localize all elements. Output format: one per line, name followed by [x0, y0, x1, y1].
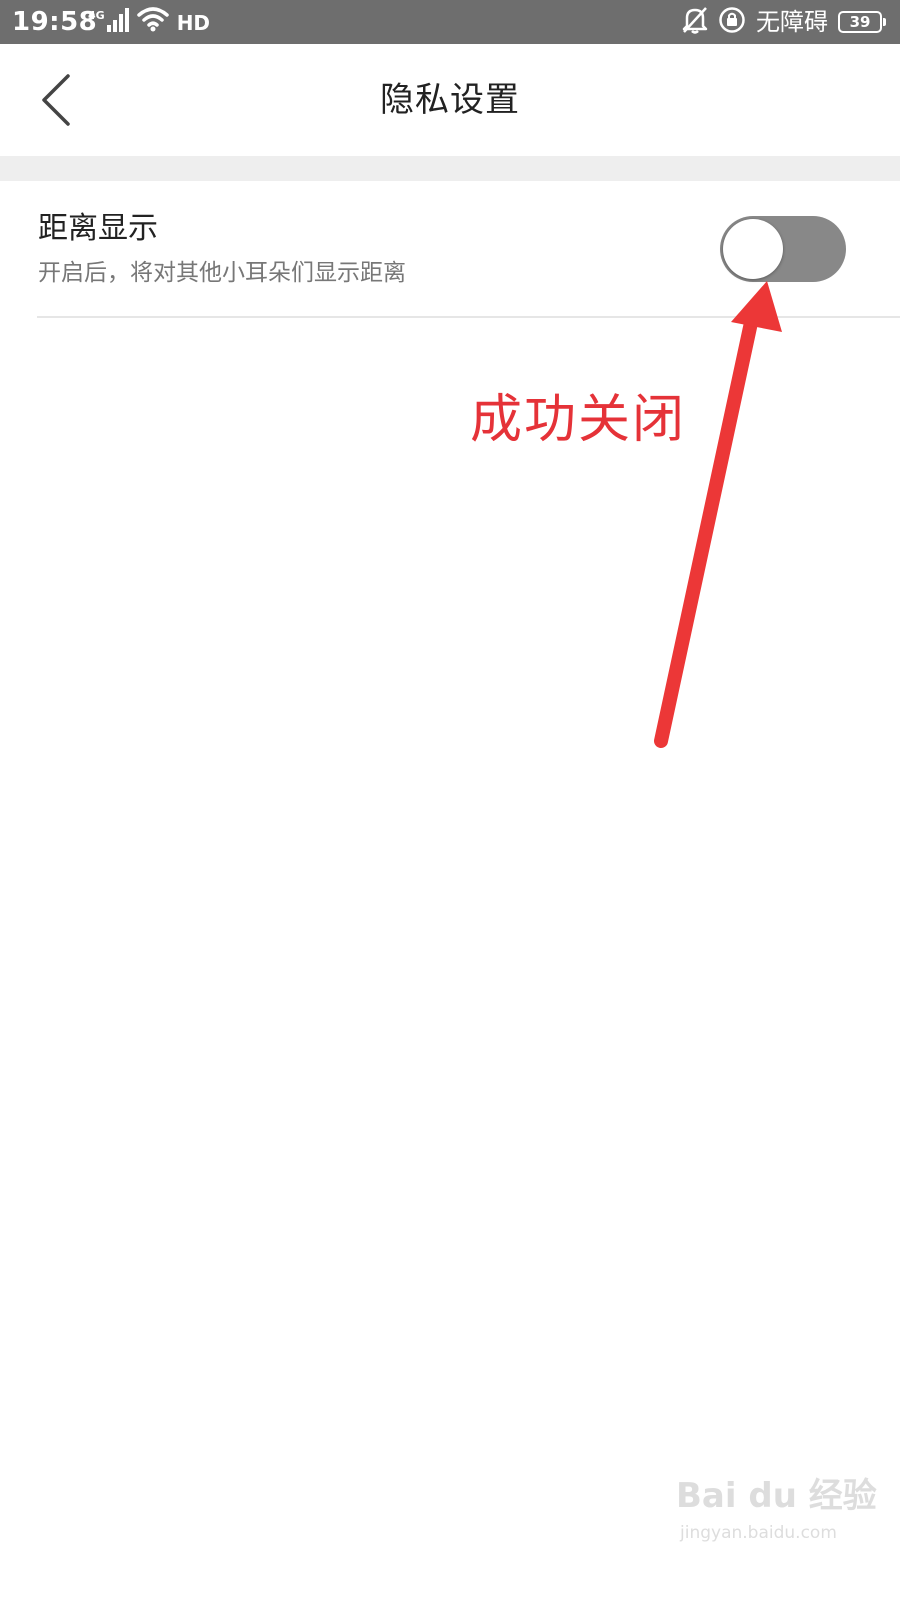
status-right-icons: 无障碍 39 [682, 6, 886, 38]
setting-description: 开启后，将对其他小耳朵们显示距离 [38, 260, 406, 286]
distance-display-toggle[interactable] [720, 216, 846, 282]
page-title: 隐私设置 [380, 80, 520, 120]
wifi-icon [136, 6, 169, 36]
hd-icon: HD [176, 11, 211, 35]
battery-level: 39 [849, 13, 871, 31]
accessibility-label: 无障碍 [756, 8, 828, 36]
status-left-icons: 4G HD [88, 6, 211, 36]
watermark-sub: jingyan.baidu.com [680, 1523, 837, 1543]
annotation-text: 成功关闭 [470, 390, 687, 450]
section-gap [0, 156, 900, 181]
setting-row-distance-display: 距离显示 开启后，将对其他小耳朵们显示距离 [0, 181, 900, 317]
status-bar: 19:58 4G HD 无障碍 39 [0, 0, 900, 44]
header: 隐私设置 [0, 44, 900, 156]
setting-title: 距离显示 [38, 211, 158, 246]
baidu-jingyan-watermark: Bai du 经验 jingyan.baidu.com [676, 1468, 877, 1558]
signal-icon [106, 8, 129, 36]
bell-muted-icon [682, 6, 708, 38]
network-type: 4G [88, 9, 105, 22]
rotation-lock-icon [718, 6, 746, 38]
divider [37, 316, 900, 318]
watermark-main: Bai du 经验 [676, 1476, 877, 1516]
toggle-knob [723, 219, 783, 279]
status-time: 19:58 [12, 7, 98, 37]
battery-icon: 39 [838, 11, 886, 33]
